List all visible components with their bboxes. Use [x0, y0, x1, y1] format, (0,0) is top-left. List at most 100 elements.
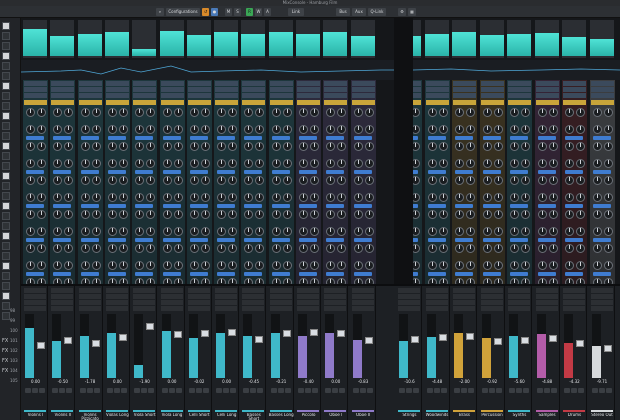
channel-name[interactable]: Samples — [535, 413, 560, 420]
send-level-knob[interactable] — [271, 108, 281, 117]
mute-button[interactable] — [536, 388, 543, 393]
volume-fader[interactable] — [255, 336, 264, 343]
channel-name[interactable]: Viola Short — [132, 413, 157, 420]
listen-button[interactable] — [413, 388, 419, 393]
insert-slot[interactable] — [105, 81, 129, 86]
send-level-knob[interactable] — [255, 193, 265, 202]
volume-fader[interactable] — [576, 340, 584, 347]
send-level-knob[interactable] — [427, 261, 437, 270]
send-level-knob[interactable] — [353, 125, 363, 134]
send-level-knob[interactable] — [162, 142, 172, 151]
listen-button[interactable] — [257, 388, 264, 393]
send-level-knob[interactable] — [37, 193, 46, 202]
channel-control[interactable] — [425, 288, 448, 293]
send-level-knob[interactable] — [282, 244, 292, 253]
send-level-knob[interactable] — [482, 159, 492, 168]
send-level-knob[interactable] — [228, 142, 238, 151]
insert-slot[interactable] — [133, 93, 157, 98]
send-level-knob[interactable] — [244, 142, 254, 151]
channel-name[interactable]: Stereo Out — [590, 413, 615, 420]
send-level-knob[interactable] — [228, 193, 238, 202]
mute-button[interactable] — [106, 388, 113, 393]
channel-overview-item[interactable] — [2, 92, 10, 100]
send-level-knob[interactable] — [244, 108, 254, 117]
send-level-knob[interactable] — [548, 159, 558, 168]
send-level-knob[interactable] — [565, 108, 574, 117]
send-enable-button[interactable] — [80, 170, 99, 174]
automation-mode-button[interactable]: A — [264, 8, 271, 16]
send-level-knob[interactable] — [200, 193, 210, 202]
insert-slot[interactable] — [480, 93, 504, 98]
listen-button[interactable] — [523, 388, 529, 393]
routing-slot[interactable] — [563, 100, 586, 105]
send-level-knob[interactable] — [255, 125, 265, 134]
channel-overview-item[interactable] — [2, 62, 10, 70]
send-level-knob[interactable] — [353, 176, 363, 185]
channel-control[interactable] — [535, 306, 558, 311]
routing-slot[interactable] — [105, 100, 129, 105]
send-level-knob[interactable] — [510, 261, 519, 270]
send-level-knob[interactable] — [493, 176, 503, 185]
send-level-knob[interactable] — [162, 125, 172, 134]
send-level-knob[interactable] — [521, 125, 530, 134]
send-enable-button[interactable] — [162, 170, 181, 174]
aux-button[interactable]: Aux — [352, 8, 366, 16]
volume-value[interactable]: -0.92 — [480, 379, 505, 384]
insert-slot[interactable] — [535, 81, 559, 86]
send-enable-button[interactable] — [326, 204, 345, 208]
write-automation-button[interactable]: W — [255, 8, 262, 16]
send-level-knob[interactable] — [364, 176, 374, 185]
insert-slot[interactable] — [215, 81, 239, 86]
insert-slot[interactable] — [297, 87, 320, 92]
channel-control[interactable] — [508, 306, 530, 311]
channel-control[interactable] — [51, 294, 74, 299]
send-level-knob[interactable] — [466, 244, 475, 253]
send-enable-button[interactable] — [427, 170, 446, 174]
channel-overview-item[interactable] — [2, 22, 10, 30]
insert-slot[interactable] — [242, 87, 266, 92]
channel-control[interactable] — [51, 306, 74, 311]
send-enable-button[interactable] — [80, 204, 99, 208]
send-level-knob[interactable] — [118, 125, 128, 134]
channel-control[interactable] — [105, 294, 128, 299]
send-enable-button[interactable] — [299, 204, 317, 208]
send-level-knob[interactable] — [162, 244, 172, 253]
send-level-knob[interactable] — [107, 244, 117, 253]
send-level-knob[interactable] — [510, 193, 519, 202]
send-level-knob[interactable] — [565, 193, 574, 202]
send-level-knob[interactable] — [26, 176, 35, 185]
send-enable-button[interactable] — [592, 238, 611, 242]
channel-control[interactable] — [398, 294, 420, 299]
send-level-knob[interactable] — [228, 125, 238, 134]
send-enable-button[interactable] — [455, 238, 473, 242]
send-level-knob[interactable] — [310, 227, 319, 236]
send-level-knob[interactable] — [510, 176, 519, 185]
send-level-knob[interactable] — [244, 159, 254, 168]
send-level-knob[interactable] — [64, 142, 74, 151]
solo-button[interactable] — [32, 388, 38, 393]
volume-value[interactable]: -1.90 — [132, 379, 157, 384]
send-level-knob[interactable] — [107, 227, 117, 236]
volume-value[interactable]: -0.40 — [296, 379, 321, 384]
send-level-knob[interactable] — [255, 159, 265, 168]
send-level-knob[interactable] — [565, 159, 574, 168]
channel-overview-item[interactable] — [2, 132, 10, 140]
send-enable-button[interactable] — [162, 204, 181, 208]
send-enable-button[interactable] — [217, 136, 236, 140]
send-level-knob[interactable] — [80, 108, 90, 117]
send-level-knob[interactable] — [337, 142, 347, 151]
send-level-knob[interactable] — [244, 244, 254, 253]
channel-name[interactable]: Drums — [562, 413, 587, 420]
send-level-knob[interactable] — [326, 227, 336, 236]
send-level-knob[interactable] — [337, 176, 347, 185]
send-level-knob[interactable] — [510, 108, 519, 117]
send-level-knob[interactable] — [118, 244, 128, 253]
send-level-knob[interactable] — [271, 261, 281, 270]
send-level-knob[interactable] — [521, 108, 530, 117]
mute-button[interactable] — [325, 388, 332, 393]
channel-control[interactable] — [51, 300, 74, 305]
send-level-knob[interactable] — [282, 142, 292, 151]
send-level-knob[interactable] — [592, 210, 602, 219]
volume-value[interactable]: -0.02 — [187, 379, 212, 384]
send-enable-button[interactable] — [135, 170, 154, 174]
